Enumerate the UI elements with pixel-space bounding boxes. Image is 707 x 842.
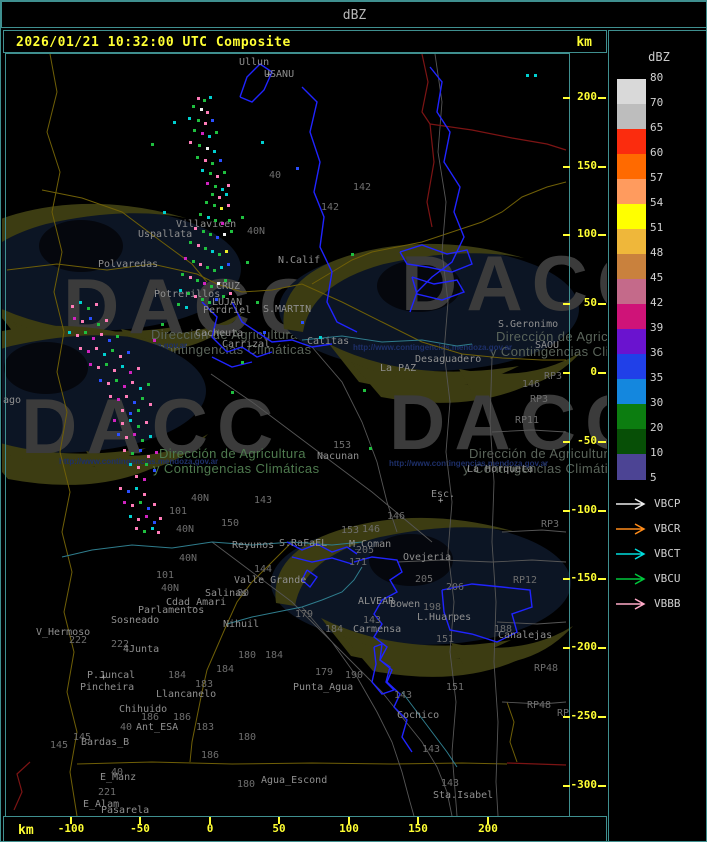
- basemap-lines: [6, 54, 567, 816]
- timestamp: 2026/01/21 10:32:00 UTC Composite: [16, 35, 291, 50]
- legend-panel: dBZ: [608, 30, 706, 841]
- radar-map: [5, 53, 570, 817]
- page-title: dBZ: [342, 8, 367, 23]
- horizontal-axis-unit: km: [18, 823, 34, 838]
- timestamp-bar: 2026/01/21 10:32:00 UTC Composite km: [3, 30, 607, 53]
- bottom-axis-bar: km: [3, 816, 607, 841]
- radar-app-window: DACC Dirección de Agricultura y Contingenc…: [0, 0, 707, 842]
- title-bar: dBZ: [1, 1, 706, 28]
- vertical-axis-unit: km: [576, 35, 592, 50]
- legend-title: dBZ: [648, 50, 670, 64]
